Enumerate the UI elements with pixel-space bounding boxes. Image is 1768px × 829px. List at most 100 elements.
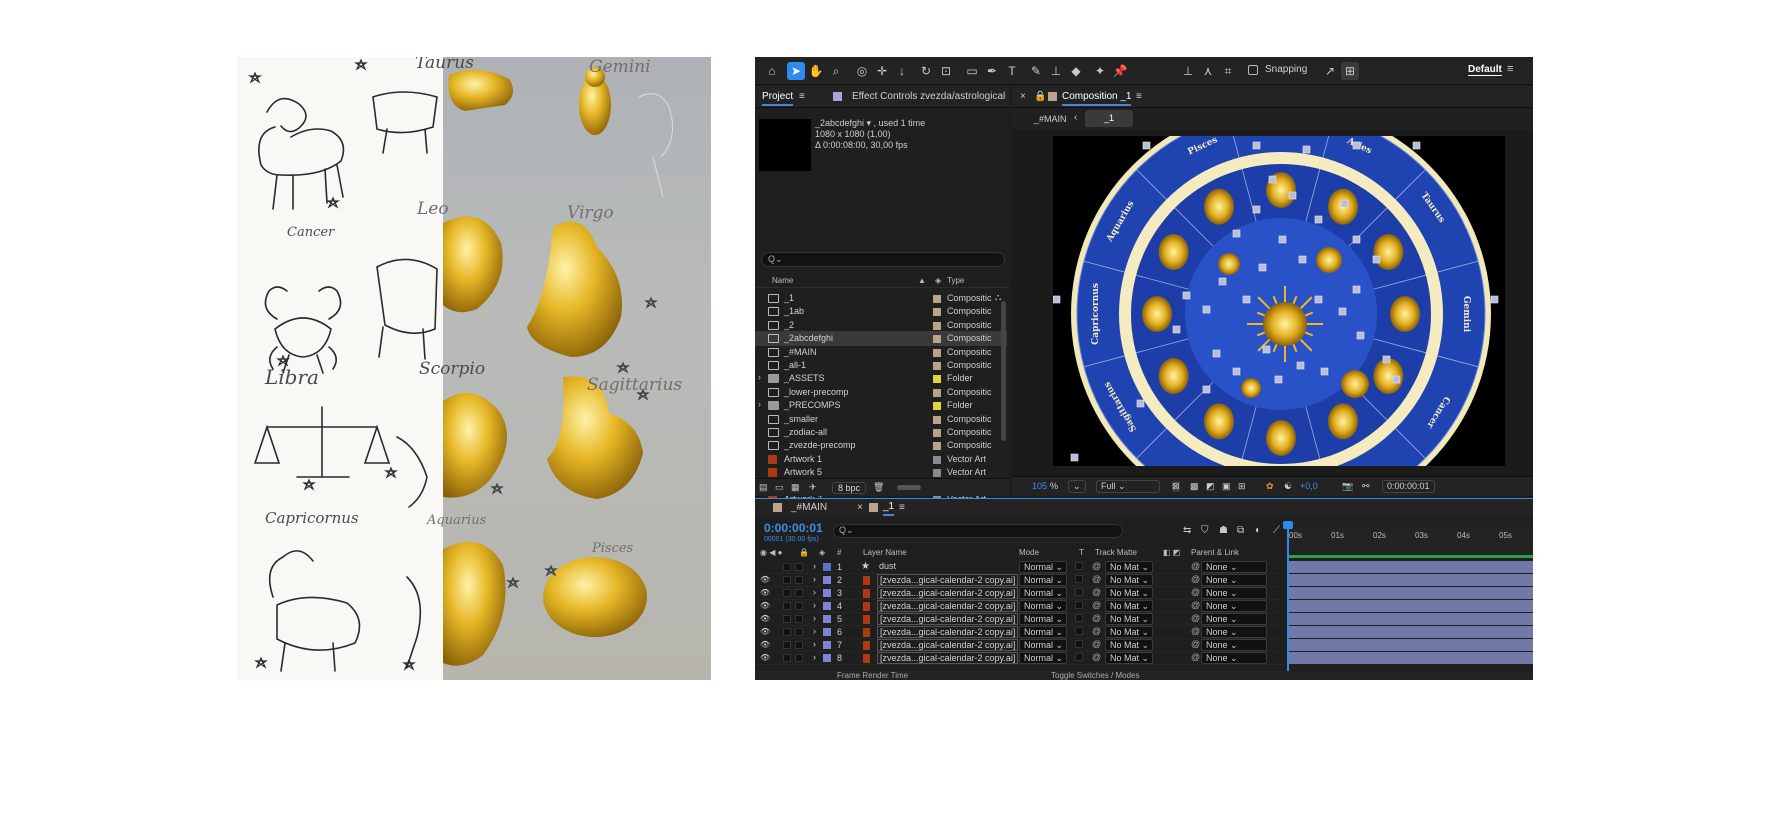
eye-icon[interactable]: 👁 [760,575,770,584]
twirl-arrow-icon[interactable]: › [758,399,761,409]
parent-pickwhip-icon[interactable]: @ [1191,613,1200,623]
lock-toggle[interactable] [795,576,803,584]
parent-pickwhip-icon[interactable]: @ [1191,639,1200,649]
eraser-tool-icon[interactable]: ◆ [1067,62,1085,80]
label-color-swatch[interactable] [933,415,941,424]
layer-row[interactable]: 👁 › 3 [zvezda...gical-calendar-2 copy.ai] No… [755,587,1285,600]
lock-toggle[interactable] [795,589,803,597]
lock-icon[interactable]: 🔒 [1034,91,1046,102]
home-icon[interactable]: ⌂ [763,62,781,80]
fast-preview-icon[interactable]: ⊠ [1172,481,1180,492]
parent-dropdown[interactable]: None ⌄ [1201,613,1267,625]
magnification-dropdown[interactable]: ⌄ [1068,480,1086,493]
matte-pickwhip-icon[interactable]: @ [1092,652,1101,662]
layer-row[interactable]: › 1 ★ dust Normal ⌄ @ No Mat ⌄ @ None ⌄ [755,561,1285,574]
composition-viewer[interactable]: PiscesAriesTaurusGeminiCancerLeoVirgoSco… [1053,136,1505,466]
layer-name[interactable]: [zvezda...gical-calendar-2 copy.ai] [877,639,1019,651]
layer-row[interactable]: 👁 › 2 [zvezda...gical-calendar-2 copy.ai] No… [755,574,1285,587]
clone-stamp-icon[interactable]: ⊥ [1047,62,1065,80]
matte-pickwhip-icon[interactable]: @ [1092,613,1101,623]
matte-pickwhip-icon[interactable]: @ [1092,587,1101,597]
track-matte-dropdown[interactable]: No Mat ⌄ [1105,600,1153,612]
label-color-swatch[interactable] [933,388,941,397]
show-snapshot-icon[interactable]: ⚯ [1362,481,1370,492]
layer-duration-bar[interactable] [1289,600,1533,612]
close-tab-icon[interactable]: × [1020,91,1026,102]
layer-label-swatch[interactable] [823,589,831,597]
parent-pickwhip-icon[interactable]: @ [1191,587,1200,597]
parent-pickwhip-icon[interactable]: @ [1191,600,1200,610]
label-color-swatch[interactable] [933,375,941,384]
layer-row[interactable]: 👁 › 6 [zvezda...gical-calendar-2 copy.ai] No… [755,626,1285,639]
layer-name[interactable]: dust [877,561,898,573]
layer-duration-bar[interactable] [1289,652,1533,664]
layer-duration-bar[interactable] [1289,639,1533,651]
grid-guides-icon[interactable]: ⊞ [1238,481,1246,492]
chevron-left-icon[interactable]: ‹ [1074,112,1077,123]
transparency-grid-icon[interactable]: ▩ [1190,481,1199,492]
solo-toggle[interactable] [783,563,791,571]
layer-label-swatch[interactable] [823,563,831,571]
eye-icon[interactable]: 👁 [760,627,770,636]
layer-row[interactable]: 👁 › 5 [zvezda...gical-calendar-2 copy.ai] No… [755,613,1285,626]
twirl-arrow-icon[interactable]: › [813,587,816,597]
snapping-checkbox[interactable] [1248,65,1258,75]
bit-depth-button[interactable]: 8 bpc [832,482,866,494]
twirl-arrow-icon[interactable]: › [813,639,816,649]
solo-toggle[interactable] [783,615,791,623]
layer-label-swatch[interactable] [823,602,831,610]
layer-duration-bar[interactable] [1289,613,1533,625]
layer-duration-bar[interactable] [1289,626,1533,638]
blend-mode-dropdown[interactable]: Normal ⌄ [1019,574,1067,586]
work-area-bar[interactable] [1288,555,1533,558]
current-time-display[interactable]: 0:00:00:01 [1382,480,1435,493]
eye-icon[interactable]: 👁 [760,588,770,597]
lock-toggle[interactable] [795,602,803,610]
blend-mode-dropdown[interactable]: Normal ⌄ [1019,626,1067,638]
exposure-reset-icon[interactable]: ☯ [1284,481,1292,492]
matte-pickwhip-icon[interactable]: @ [1092,561,1101,571]
layer-label-swatch[interactable] [823,576,831,584]
close-tab-icon[interactable]: × [857,502,863,513]
exposure-value[interactable]: +0,0 [1300,481,1318,491]
column-type[interactable]: Type [947,276,964,285]
thumbnail-size-slider[interactable] [897,485,921,490]
eye-icon[interactable]: 👁 [760,640,770,649]
layer-label-swatch[interactable] [823,641,831,649]
blend-mode-dropdown[interactable]: Normal ⌄ [1019,587,1067,599]
parent-dropdown[interactable]: None ⌄ [1201,626,1267,638]
timeline-search-input[interactable]: Q⌄ [833,524,1123,538]
breadcrumb-current[interactable]: _1 [1085,110,1133,127]
preserve-transparency-toggle[interactable] [1075,575,1083,583]
layer-label-swatch[interactable] [823,615,831,623]
playhead-handle[interactable] [1283,521,1293,529]
blend-mode-dropdown[interactable]: Normal ⌄ [1019,613,1067,625]
parent-dropdown[interactable]: None ⌄ [1201,574,1267,586]
label-color-swatch[interactable] [933,362,941,370]
lock-toggle[interactable] [795,641,803,649]
world-axis-icon[interactable]: ⋏ [1199,62,1217,80]
layer-name[interactable]: [zvezda...gical-calendar-2 copy.ai] [877,600,1019,612]
hand-tool-icon[interactable]: ✋ [807,62,825,80]
blend-mode-dropdown[interactable]: Normal ⌄ [1019,600,1067,612]
zoom-tool-icon[interactable]: ⌕ [827,62,845,80]
track-matte-dropdown[interactable]: No Mat ⌄ [1105,574,1153,586]
project-scrollbar[interactable] [1001,301,1006,441]
preserve-transparency-toggle[interactable] [1075,588,1083,596]
shy-layers-icon[interactable]: ☗ [1219,525,1228,536]
solo-toggle[interactable] [783,628,791,636]
solo-toggle[interactable] [783,589,791,597]
label-tag-icon[interactable]: ◈ [935,276,941,285]
parent-dropdown[interactable]: None ⌄ [1201,561,1267,573]
lock-toggle[interactable] [795,615,803,623]
snap-option-icon[interactable]: ↗ [1321,62,1339,80]
tab-current-comp[interactable]: _1 [883,501,895,516]
solo-toggle[interactable] [783,602,791,610]
draft-3d-icon[interactable]: ⛉ [1201,525,1209,536]
pan-behind-icon[interactable]: ⊡ [937,62,955,80]
parent-pickwhip-icon[interactable]: @ [1191,652,1200,662]
rectangle-tool-icon[interactable]: ▭ [963,62,981,80]
label-color-swatch[interactable] [933,402,941,411]
twirl-arrow-icon[interactable]: › [813,626,816,636]
track-matte-dropdown[interactable]: No Mat ⌄ [1105,639,1153,651]
